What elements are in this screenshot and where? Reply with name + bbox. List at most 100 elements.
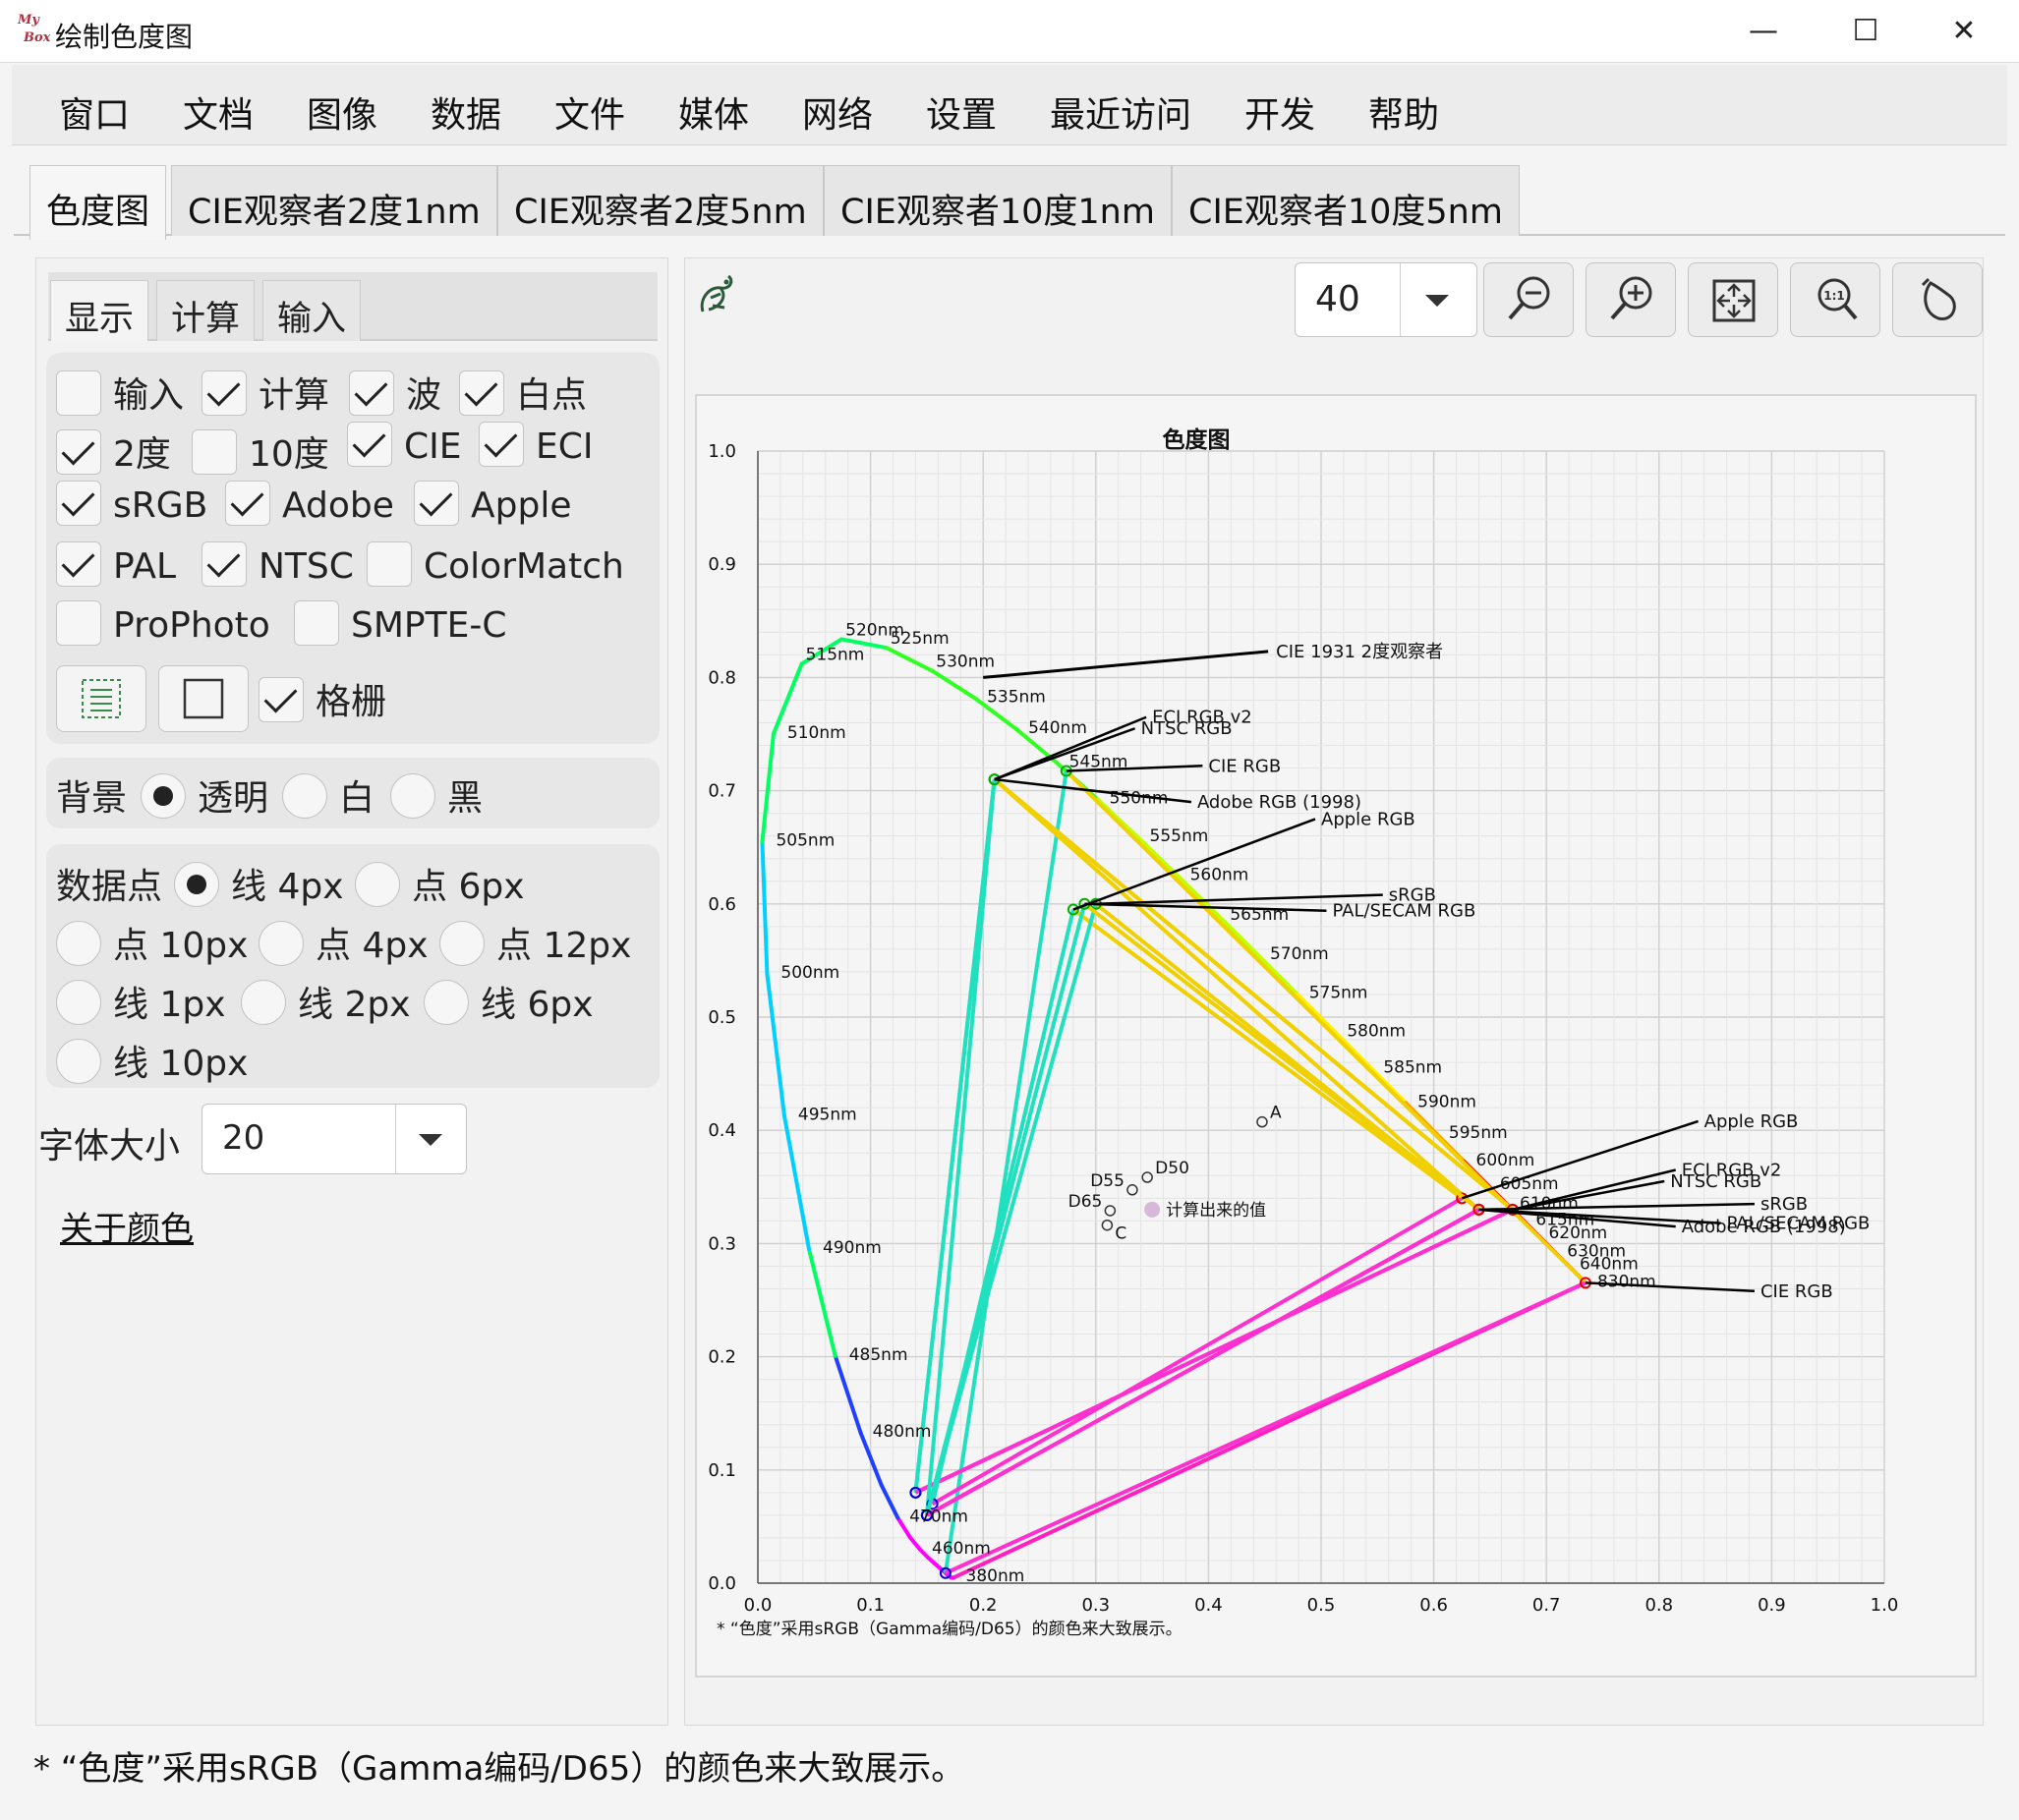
close-icon[interactable]: ✕ bbox=[1913, 0, 2015, 63]
select-none-button[interactable] bbox=[158, 665, 249, 732]
radio-icon bbox=[439, 921, 485, 966]
menu-develop[interactable]: 开发 bbox=[1244, 86, 1315, 138]
radio-bg-black[interactable]: 黑 bbox=[390, 769, 483, 823]
chevron-down-icon bbox=[419, 1134, 442, 1146]
options-tab-bar: 显示 计算 输入 bbox=[48, 272, 658, 341]
radio-line-4px[interactable]: 线 4px bbox=[174, 858, 344, 911]
radio-line-10px[interactable]: 线 10px bbox=[56, 1035, 248, 1088]
wavelength-label: 590nm bbox=[1417, 1092, 1476, 1111]
radio-point-6px[interactable]: 点 6px bbox=[355, 858, 525, 911]
radio-bg-transparent[interactable]: 透明 bbox=[141, 769, 268, 823]
wavelength-label: 555nm bbox=[1150, 826, 1209, 846]
menu-data[interactable]: 数据 bbox=[431, 86, 501, 138]
radio-icon bbox=[259, 921, 304, 966]
x-tick-label: 0.5 bbox=[1307, 1595, 1336, 1616]
radio-line-2px[interactable]: 线 2px bbox=[241, 976, 411, 1029]
check-input[interactable]: 输入 bbox=[56, 367, 184, 420]
radio-icon bbox=[56, 1039, 101, 1084]
check-pal[interactable]: PAL bbox=[56, 541, 176, 591]
background-label: 背景 bbox=[56, 778, 128, 819]
menu-help[interactable]: 帮助 bbox=[1368, 86, 1439, 138]
zoom-select[interactable]: 40 bbox=[1295, 262, 1477, 337]
wavelength-label: 490nm bbox=[823, 1238, 882, 1258]
check-2deg[interactable]: 2度 bbox=[56, 426, 171, 479]
tab-input[interactable]: 输入 bbox=[262, 280, 362, 341]
checkbox-icon bbox=[414, 481, 459, 526]
check-wave[interactable]: 波 bbox=[349, 367, 441, 420]
check-grid[interactable]: 格栅 bbox=[259, 673, 386, 726]
check-10deg[interactable]: 10度 bbox=[192, 426, 329, 479]
menu-settings[interactable]: 设置 bbox=[926, 86, 997, 138]
select-none-icon bbox=[183, 678, 224, 719]
menu-image[interactable]: 图像 bbox=[307, 86, 377, 138]
check-srgb[interactable]: sRGB bbox=[56, 481, 207, 530]
tab-display[interactable]: 显示 bbox=[50, 280, 149, 341]
check-colormatch[interactable]: ColorMatch bbox=[367, 541, 624, 591]
menu-file[interactable]: 文件 bbox=[554, 86, 625, 138]
x-tick-label: 1.0 bbox=[1871, 1595, 1899, 1616]
check-cie[interactable]: CIE bbox=[347, 422, 462, 471]
radio-line-6px[interactable]: 线 6px bbox=[424, 976, 594, 1029]
select-divider bbox=[1400, 263, 1401, 336]
zoom-in-icon bbox=[1610, 276, 1652, 320]
tab-cie-10deg-5nm[interactable]: CIE观察者10度5nm bbox=[1172, 165, 1520, 236]
checkbox-icon bbox=[459, 370, 504, 416]
radio-bg-white[interactable]: 白 bbox=[282, 769, 375, 823]
gamut-label: PAL/SECAM RGB bbox=[1332, 901, 1475, 922]
check-smpte-c[interactable]: SMPTE-C bbox=[294, 600, 506, 650]
menu-media[interactable]: 媒体 bbox=[678, 86, 749, 138]
window-title: 绘制色度图 bbox=[55, 21, 194, 53]
check-adobe[interactable]: Adobe bbox=[225, 481, 394, 530]
check-calculated[interactable]: 计算 bbox=[202, 367, 329, 420]
x-tick-label: 0.1 bbox=[856, 1595, 885, 1616]
checkbox-icon bbox=[294, 600, 339, 646]
about-color-link[interactable]: 关于颜色 bbox=[60, 1202, 194, 1250]
y-tick-label: 1.0 bbox=[708, 441, 736, 462]
check-apple[interactable]: Apple bbox=[414, 481, 571, 530]
gamut-label: NTSC RGB bbox=[1670, 1171, 1761, 1192]
menu-window[interactable]: 窗口 bbox=[59, 86, 130, 138]
locus-segment bbox=[760, 839, 770, 976]
tab-cie-2deg-5nm[interactable]: CIE观察者2度5nm bbox=[497, 165, 824, 236]
tab-chromaticity[interactable]: 色度图 bbox=[29, 165, 167, 240]
pop-button[interactable] bbox=[1892, 262, 1983, 337]
maximize-icon[interactable]: ☐ bbox=[1815, 0, 1917, 63]
check-white-point[interactable]: 白点 bbox=[459, 367, 587, 420]
dragon-logo-icon bbox=[693, 268, 742, 327]
zoom-in-button[interactable] bbox=[1586, 262, 1676, 337]
tab-calculate[interactable]: 计算 bbox=[156, 280, 256, 341]
gamut-edge-rg bbox=[1071, 907, 1464, 1200]
display-options-group: 输入 计算 波 白点 2度 10度 CIE ECI sRGB Adobe App… bbox=[46, 353, 660, 744]
wavelength-label: 540nm bbox=[1028, 718, 1087, 738]
zoom-out-button[interactable] bbox=[1483, 262, 1574, 337]
radio-point-12px[interactable]: 点 12px bbox=[439, 917, 631, 970]
radio-point-4px[interactable]: 点 4px bbox=[259, 917, 429, 970]
white-point-label: C bbox=[1115, 1224, 1126, 1244]
tab-cie-2deg-1nm[interactable]: CIE观察者2度1nm bbox=[171, 165, 497, 236]
original-size-button[interactable]: 1:1 bbox=[1790, 262, 1880, 337]
check-eci[interactable]: ECI bbox=[479, 422, 594, 471]
locus-segment bbox=[807, 1247, 837, 1358]
select-all-button[interactable] bbox=[56, 665, 146, 732]
datapoint-group: 数据点 线 4px 点 6px 点 10px 点 4px 点 12px 线 1p… bbox=[46, 844, 660, 1088]
x-tick-label: 0.7 bbox=[1532, 1595, 1561, 1616]
checkbox-icon bbox=[349, 370, 394, 416]
menu-network[interactable]: 网络 bbox=[802, 86, 873, 138]
x-tick-label: 0.4 bbox=[1194, 1595, 1223, 1616]
radio-point-10px[interactable]: 点 10px bbox=[56, 917, 248, 970]
radio-line-1px[interactable]: 线 1px bbox=[56, 976, 226, 1029]
radio-icon bbox=[174, 862, 219, 907]
fit-window-button[interactable] bbox=[1688, 262, 1778, 337]
check-ntsc[interactable]: NTSC bbox=[202, 541, 354, 591]
tab-cie-10deg-1nm[interactable]: CIE观察者10度1nm bbox=[824, 165, 1172, 236]
menu-document[interactable]: 文档 bbox=[183, 86, 254, 138]
menu-recent[interactable]: 最近访问 bbox=[1050, 86, 1191, 138]
font-size-select[interactable]: 20 bbox=[202, 1104, 467, 1174]
gamut-label: Apple RGB bbox=[1321, 809, 1415, 829]
chart-title: 色度图 bbox=[1163, 427, 1231, 453]
check-prophoto[interactable]: ProPhoto bbox=[56, 600, 270, 650]
radio-icon bbox=[241, 980, 286, 1025]
minimize-icon[interactable]: — bbox=[1712, 0, 1815, 63]
locus-segment bbox=[879, 1483, 900, 1520]
checkbox-icon bbox=[479, 422, 524, 467]
